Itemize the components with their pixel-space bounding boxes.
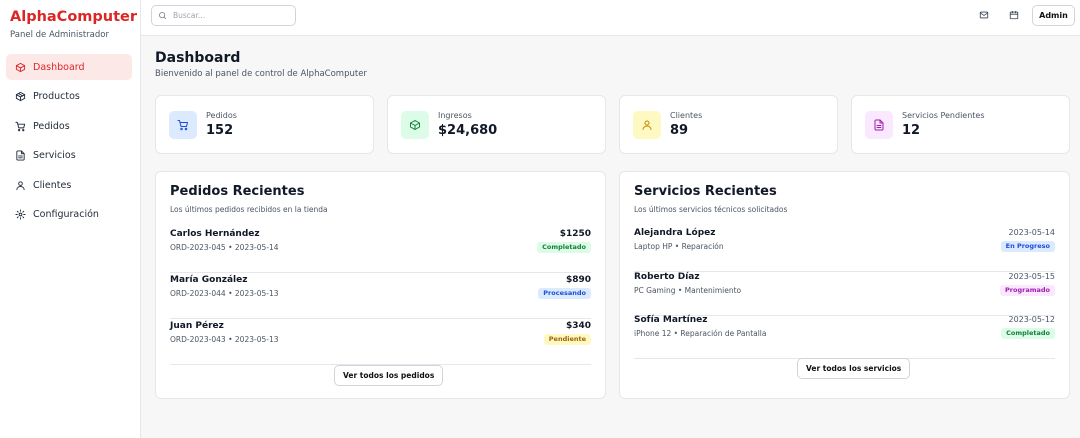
card-title: Pedidos Recientes (170, 184, 305, 199)
stat-card-pedidos: Pedidos 152 (155, 95, 374, 154)
sidebar-item-servicios[interactable]: Servicios (6, 143, 132, 169)
order-row[interactable]: Carlos Hernández ORD-2023-045 • 2023-05-… (170, 229, 591, 273)
card-subtitle: Los últimos pedidos recibidos en la tien… (170, 205, 328, 214)
gear-icon (15, 209, 26, 220)
stat-value: 152 (206, 123, 234, 138)
service-meta: Laptop HP • Reparación (634, 242, 724, 251)
stat-icon-bg (401, 111, 429, 139)
sidebar-item-label: Configuración (33, 209, 99, 220)
brand-subtitle: Panel de Administrador (10, 30, 109, 40)
page-subtitle: Bienvenido al panel de control de AlphaC… (155, 69, 367, 79)
mail-icon[interactable] (979, 10, 989, 20)
package-icon (15, 91, 26, 102)
card-title: Servicios Recientes (634, 184, 777, 199)
sidebar-item-label: Clientes (33, 179, 72, 191)
stat-card-servicios-pendientes: Servicios Pendientes 12 (851, 95, 1070, 154)
sidebar-item-label: Pedidos (33, 120, 70, 132)
stat-icon-bg (169, 111, 197, 139)
service-meta: iPhone 12 • Reparación de Pantalla (634, 329, 767, 338)
client-name: Roberto Díaz (634, 272, 700, 282)
sidebar-item-label: Dashboard (33, 61, 85, 73)
sidebar-item-pedidos[interactable]: Pedidos (6, 113, 132, 139)
stat-label: Ingresos (438, 111, 472, 120)
service-row[interactable]: Roberto Díaz PC Gaming • Mantenimiento 2… (634, 272, 1055, 316)
stat-card-ingresos: Ingresos $24,680 (387, 95, 606, 154)
service-date: 2023-05-12 (1008, 315, 1056, 324)
package-icon (410, 120, 420, 130)
order-meta: ORD-2023-044 • 2023-05-13 (170, 289, 279, 298)
client-name: Alejandra López (634, 228, 716, 238)
status-badge: Programado (1000, 285, 1055, 296)
status-badge: Completado (537, 242, 591, 253)
view-all-orders-button[interactable]: Ver todos los pedidos (334, 365, 444, 386)
search-icon (159, 12, 167, 20)
order-amount: $1250 (559, 229, 591, 239)
client-name: Sofía Martínez (634, 315, 708, 325)
sidebar-item-label: Servicios (33, 150, 76, 161)
order-amount: $340 (565, 321, 591, 331)
order-row[interactable]: Juan Pérez ORD-2023-043 • 2023-05-13 $34… (170, 321, 591, 365)
stat-label: Servicios Pendientes (902, 111, 985, 120)
stat-icon-bg (865, 111, 893, 139)
stat-value: 12 (902, 123, 921, 138)
user-icon (16, 180, 25, 190)
stat-value: $24,680 (438, 123, 498, 138)
status-badge: Pendiente (543, 334, 591, 345)
order-row[interactable]: María González ORD-2023-044 • 2023-05-13… (170, 275, 591, 319)
order-meta: ORD-2023-045 • 2023-05-14 (170, 243, 279, 252)
sidebar-item-configuracion[interactable]: Configuración (6, 202, 132, 228)
recent-services-card: Servicios Recientes Los últimos servicio… (619, 171, 1070, 399)
topbar: Admin (141, 0, 1080, 36)
cart-icon (177, 120, 188, 131)
stat-value: 89 (670, 123, 689, 138)
stat-label: Pedidos (206, 111, 237, 120)
order-meta: ORD-2023-043 • 2023-05-13 (170, 335, 279, 344)
search-input[interactable] (173, 11, 293, 20)
sidebar-item-label: Productos (33, 91, 80, 102)
sidebar-item-productos[interactable]: Productos (6, 84, 132, 110)
card-subtitle: Los últimos servicios técnicos solicitad… (634, 205, 788, 214)
status-badge: Completado (1001, 328, 1055, 339)
user-icon (642, 120, 652, 130)
stat-card-clientes: Clientes 89 (619, 95, 838, 154)
box-icon (15, 62, 26, 72)
search-box[interactable] (151, 5, 296, 26)
service-meta: PC Gaming • Mantenimiento (634, 286, 742, 295)
stat-label: Clientes (670, 111, 703, 120)
cart-icon (15, 121, 26, 131)
status-badge: Procesando (538, 288, 591, 299)
document-icon (874, 119, 884, 131)
brand-logo[interactable]: AlphaComputer (10, 9, 137, 25)
service-date: 2023-05-14 (1008, 228, 1056, 237)
sidebar: AlphaComputer Panel de Administrador Das… (0, 0, 141, 438)
stat-icon-bg (633, 111, 661, 139)
document-icon (16, 150, 25, 161)
sidebar-nav: Dashboard Productos Pedidos Servicios Cl… (6, 54, 132, 231)
service-row[interactable]: Alejandra López Laptop HP • Reparación 2… (634, 228, 1055, 272)
sidebar-item-clientes[interactable]: Clientes (6, 172, 132, 198)
admin-menu-button[interactable]: Admin (1032, 5, 1075, 26)
view-all-services-button[interactable]: Ver todos los servicios (797, 358, 911, 379)
calendar-icon[interactable] (1009, 10, 1019, 20)
order-amount: $890 (565, 275, 591, 285)
sidebar-item-dashboard[interactable]: Dashboard (6, 54, 132, 80)
service-date: 2023-05-15 (1008, 272, 1056, 281)
service-row[interactable]: Sofía Martínez iPhone 12 • Reparación de… (634, 315, 1055, 359)
customer-name: Carlos Hernández (170, 229, 260, 239)
customer-name: María González (170, 275, 248, 285)
customer-name: Juan Pérez (170, 321, 224, 331)
status-badge: En Progreso (1000, 241, 1055, 252)
page-title: Dashboard (155, 50, 241, 66)
recent-orders-card: Pedidos Recientes Los últimos pedidos re… (155, 171, 606, 399)
